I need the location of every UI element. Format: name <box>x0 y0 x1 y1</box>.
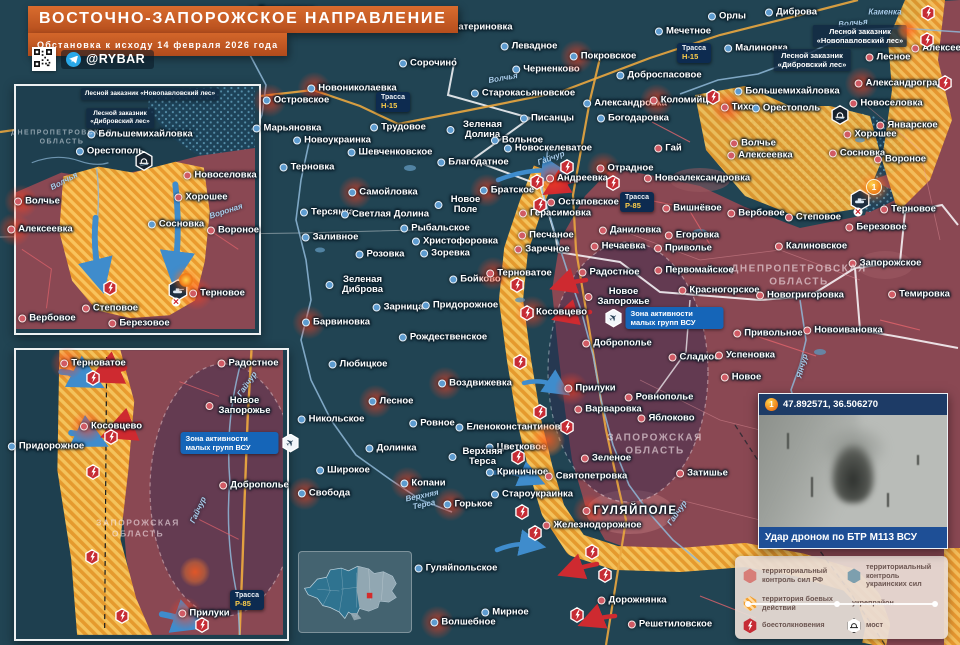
legend-item: территориальный контроль сил РФ <box>743 563 841 589</box>
legend-item-label: боестолкновения <box>762 621 825 630</box>
inset-map-south <box>14 348 289 641</box>
ukraine-minimap <box>298 551 412 633</box>
legend-item: мост <box>847 618 940 633</box>
video-pole <box>917 455 919 465</box>
legend-item-label: территориальный контроль украинских сил <box>866 563 940 589</box>
map-title: ВОСТОЧНО-ЗАПОРОЖСКОЕ НАПРАВЛЕНИЕ <box>39 10 447 28</box>
rf-hex-icon <box>743 568 757 583</box>
map-legend: территориальный контроль сил РФ территори… <box>735 556 948 639</box>
video-caption: Удар дроном по БТР М113 ВСУ <box>759 527 947 548</box>
clash-hex-icon <box>743 618 757 633</box>
legend-item: боестолкновения <box>743 618 841 633</box>
legend-item-label: мост <box>866 621 883 630</box>
channel-badge: @RYBAR <box>61 50 154 69</box>
video-vehicle <box>831 445 875 503</box>
legend-item-label: территориальный контроль сил РФ <box>762 567 841 584</box>
ua-hex-icon <box>847 568 861 583</box>
drone-video-panel: 1 47.892571, 36.506270 Удар дроном по БТ… <box>758 393 948 549</box>
legend-separator <box>747 603 936 605</box>
situation-map: БерестовоеКатериновкаЛевадноеЧерненковоП… <box>0 0 960 645</box>
video-pole <box>887 493 889 507</box>
current-area-marker <box>367 593 373 599</box>
inset1-zones <box>16 86 255 329</box>
title-box: ВОСТОЧНО-ЗАПОРОЖСКОЕ НАПРАВЛЕНИЕ <box>28 6 458 33</box>
video-pole <box>787 433 789 449</box>
telegram-icon <box>66 52 81 67</box>
attribution: @RYBAR <box>32 47 154 71</box>
legend-grid: территориальный контроль сил РФ территори… <box>743 563 940 633</box>
inset2-zones <box>16 350 283 635</box>
video-header: 1 47.892571, 36.506270 <box>759 394 947 415</box>
channel-name: @RYBAR <box>86 52 145 66</box>
legend-item: территориальный контроль украинских сил <box>847 563 940 589</box>
video-pole <box>811 477 813 497</box>
qr-code-icon <box>32 47 56 71</box>
video-coordinates: 47.892571, 36.506270 <box>783 399 878 410</box>
video-frame <box>759 415 947 527</box>
bridge-hex-icon <box>847 618 861 633</box>
event-1-marker-icon: 1 <box>765 398 778 411</box>
inset-map-north <box>14 84 261 335</box>
